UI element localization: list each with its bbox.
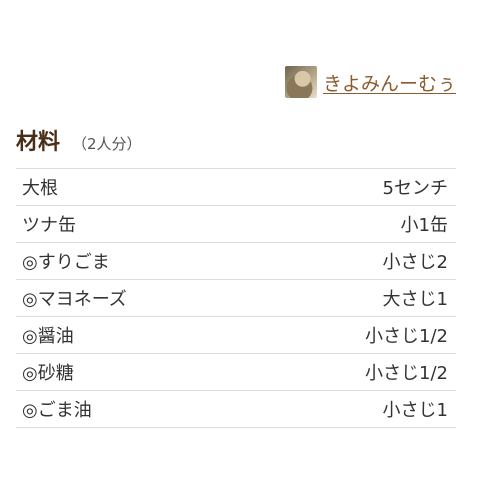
- ingredient-name: ◎すりごま: [22, 252, 110, 273]
- ingredient-name: ◎ごま油: [22, 400, 92, 421]
- ingredient-quantity: 小1缶: [400, 215, 448, 236]
- list-item: 大根 5センチ: [16, 169, 456, 206]
- ingredient-quantity: 小さじ1/2: [365, 363, 448, 384]
- ingredient-name: ◎マヨネーズ: [22, 289, 127, 310]
- ingredients-title: 材料: [16, 130, 61, 155]
- avatar[interactable]: [284, 66, 317, 98]
- list-item: ◎すりごま 小さじ2: [16, 243, 456, 280]
- list-item: ツナ缶 小1缶: [16, 206, 456, 243]
- ingredients-header: 材料 （2人分）: [16, 124, 142, 156]
- list-item: ◎砂糖 小さじ1/2: [16, 354, 456, 391]
- author-link[interactable]: きよみんーむぅ: [284, 66, 456, 98]
- ingredient-name: ◎砂糖: [22, 363, 74, 384]
- list-item: ◎醤油 小さじ1/2: [16, 317, 456, 354]
- ingredient-name: 大根: [22, 178, 58, 199]
- ingredients-list: 大根 5センチ ツナ缶 小1缶 ◎すりごま 小さじ2 ◎マヨネーズ 大さじ1 ◎…: [16, 168, 456, 428]
- list-item: ◎ごま油 小さじ1: [16, 391, 456, 428]
- list-item: ◎マヨネーズ 大さじ1: [16, 280, 456, 317]
- servings-label: （2人分）: [72, 135, 142, 153]
- author-name[interactable]: きよみんーむぅ: [323, 69, 456, 96]
- ingredient-quantity: 小さじ1: [382, 400, 448, 421]
- ingredient-quantity: 5センチ: [382, 178, 448, 199]
- ingredient-quantity: 小さじ1/2: [365, 326, 448, 347]
- ingredient-name: ツナ缶: [22, 215, 76, 236]
- ingredient-quantity: 小さじ2: [382, 252, 448, 273]
- ingredient-quantity: 大さじ1: [382, 289, 448, 310]
- recipe-ingredients-panel: きよみんーむぅ 材料 （2人分） 大根 5センチ ツナ缶 小1缶 ◎すりごま 小…: [0, 0, 480, 480]
- ingredient-name: ◎醤油: [22, 326, 74, 347]
